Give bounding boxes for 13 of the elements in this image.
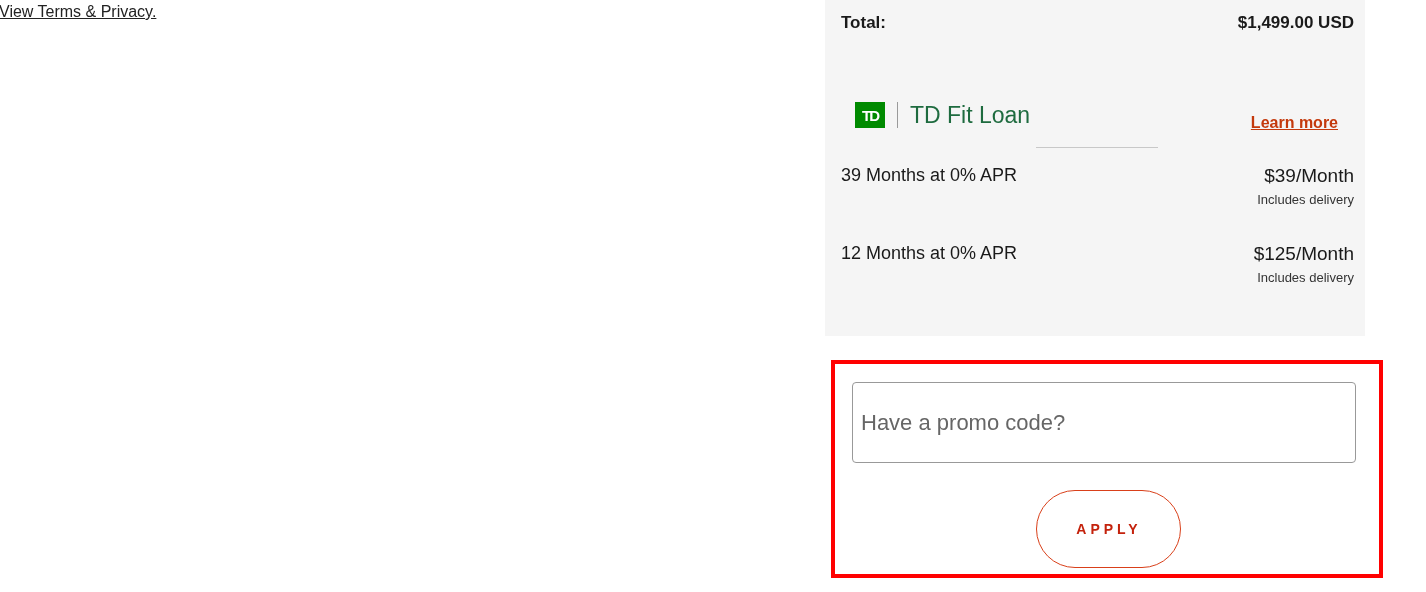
promo-code-field[interactable]: Have a promo code? xyxy=(852,382,1356,463)
learn-more-link[interactable]: Learn more xyxy=(1250,114,1338,132)
plan-payment: $125/Month xyxy=(1253,243,1354,265)
total-value: $1,499.00 USD xyxy=(1237,13,1354,33)
apply-button[interactable]: APPLY xyxy=(1035,490,1181,568)
lender-name: TD Fit Loan xyxy=(910,101,1031,129)
plan-term: 39 Months at 0% APR xyxy=(841,165,1018,187)
plan-term: 12 Months at 0% APR xyxy=(841,243,1018,265)
total-label: Total: xyxy=(841,13,886,33)
lender-logo-icon: TD xyxy=(855,102,885,128)
plan-note: Includes delivery xyxy=(1257,192,1354,207)
plan-note: Includes delivery xyxy=(1257,270,1354,285)
plan-payment: $39/Month xyxy=(1264,165,1354,187)
